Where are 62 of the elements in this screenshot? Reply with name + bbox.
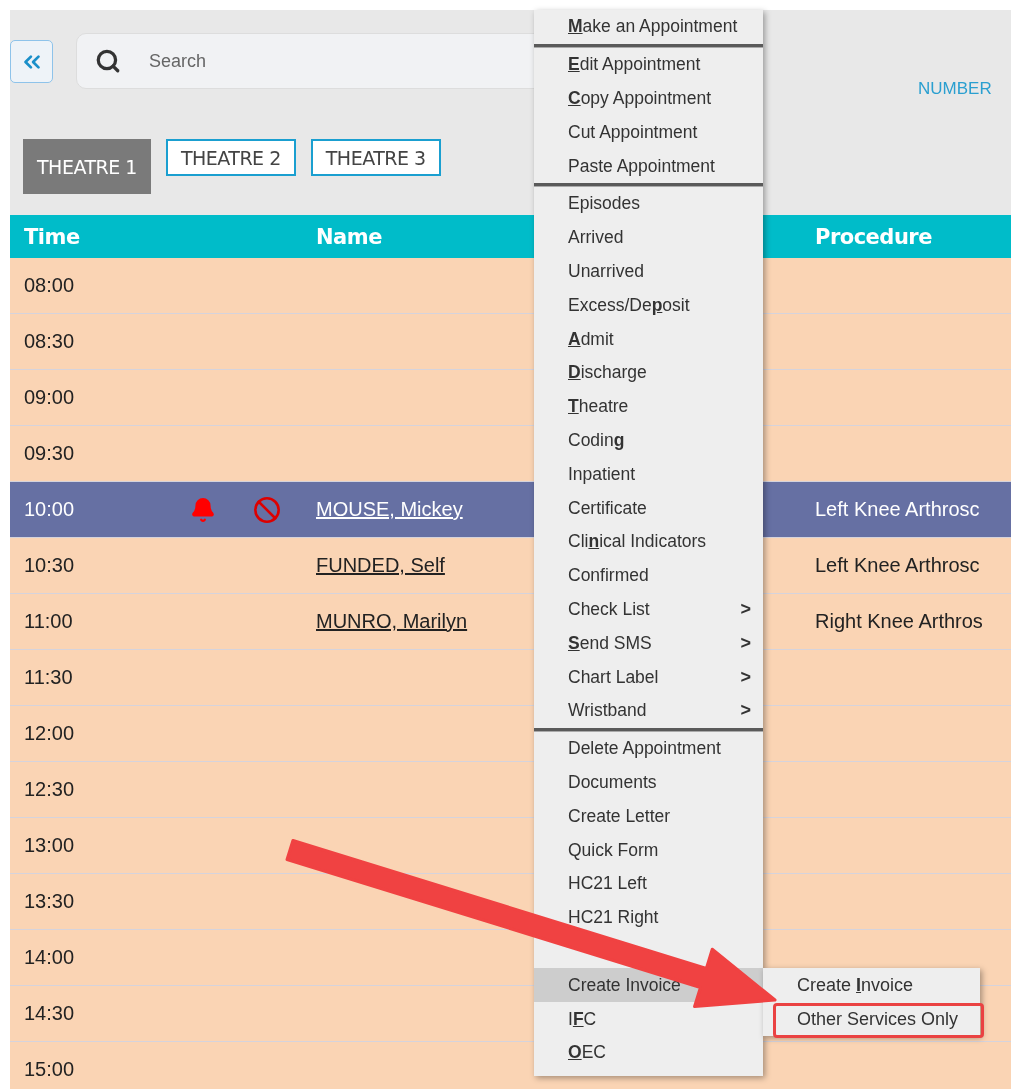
time-cell: 11:00 [24, 610, 73, 633]
submenu-arrow: > [740, 700, 751, 722]
menu-item[interactable]: Episodes [568, 193, 640, 215]
menu-item[interactable]: Admit [568, 328, 614, 350]
time-cell: 11:30 [24, 666, 73, 689]
submenu-arrow: > [740, 598, 751, 620]
menu-item[interactable]: Discharge [568, 362, 647, 384]
menu-item[interactable]: OEC [568, 1042, 606, 1064]
time-cell: 10:00 [24, 498, 75, 521]
submenu-arrow: > [740, 666, 751, 688]
time-cell: 10:30 [24, 554, 75, 577]
submenu-item[interactable]: Other Services Only [797, 1008, 959, 1030]
menu-item[interactable]: Quick Form [568, 839, 659, 861]
menu-item[interactable]: Send SMS [568, 632, 652, 654]
menu-item[interactable]: Paste Appointment [568, 155, 715, 177]
time-cell: 13:30 [24, 890, 75, 913]
menu-item[interactable]: HC21 Right [568, 907, 659, 929]
submenu-item[interactable]: Create Invoice [797, 974, 914, 996]
search-icon [95, 48, 121, 74]
menu-item[interactable]: HC21 Left [568, 873, 647, 895]
procedure-cell: Left Knee Arthrosc [815, 554, 980, 577]
time-cell: 12:30 [24, 778, 75, 801]
column-header: Procedure [815, 224, 932, 249]
menu-item[interactable]: Arrived [568, 227, 624, 249]
menu-item[interactable]: Theatre [568, 396, 629, 418]
time-cell: 13:00 [24, 834, 75, 857]
menu-item[interactable]: Certificate [568, 497, 647, 519]
patient-name-link[interactable]: MUNRO, Marilyn [316, 610, 468, 632]
theatre-tab[interactable]: THEATRE 3 [310, 139, 441, 176]
patient-name-link[interactable]: FUNDED, Self [316, 554, 445, 576]
time-cell: 14:00 [24, 946, 75, 969]
menu-item[interactable]: Create Invoice [568, 974, 681, 996]
menu-item[interactable]: Delete Appointment [568, 738, 721, 760]
menu-item[interactable]: Cut Appointment [568, 121, 698, 143]
menu-item[interactable]: Excess/Deposit [568, 294, 690, 316]
collapse-button[interactable] [10, 40, 53, 83]
time-cell: 12:00 [24, 722, 75, 745]
menu-item[interactable]: Confirmed [568, 565, 649, 587]
menu-item[interactable]: Documents [568, 771, 657, 793]
column-header: Time [24, 224, 80, 249]
menu-item[interactable]: Wristband [568, 700, 647, 722]
time-cell: 15:00 [24, 1058, 75, 1081]
menu-item[interactable]: Chart Label [568, 666, 659, 688]
menu-item[interactable]: Check List [568, 598, 650, 620]
menu-item[interactable]: Inpatient [568, 463, 636, 485]
menu-item[interactable]: Coding [568, 429, 625, 451]
time-cell: 08:00 [24, 274, 75, 297]
menu-item[interactable]: Unarrived [568, 260, 644, 282]
theatre-tab[interactable]: THEATRE 1 [23, 139, 151, 194]
menu-item[interactable]: Copy Appointment [568, 88, 711, 109]
time-cell: 14:30 [24, 1002, 75, 1025]
time-cell: 09:00 [24, 386, 75, 409]
menu-item[interactable]: Create Letter [568, 805, 671, 827]
patient-name-link[interactable]: MOUSE, Mickey [316, 498, 463, 520]
column-header: Name [316, 224, 382, 249]
menu-item[interactable]: IFC [568, 1008, 597, 1030]
procedure-cell: Right Knee Arthros [815, 610, 983, 633]
time-cell: 08:30 [24, 330, 75, 353]
procedure-cell: Left Knee Arthrosc [815, 498, 980, 521]
submenu-arrow: > [740, 632, 751, 654]
time-cell: 09:30 [24, 442, 75, 465]
theatre-tab[interactable]: THEATRE 2 [165, 139, 296, 176]
